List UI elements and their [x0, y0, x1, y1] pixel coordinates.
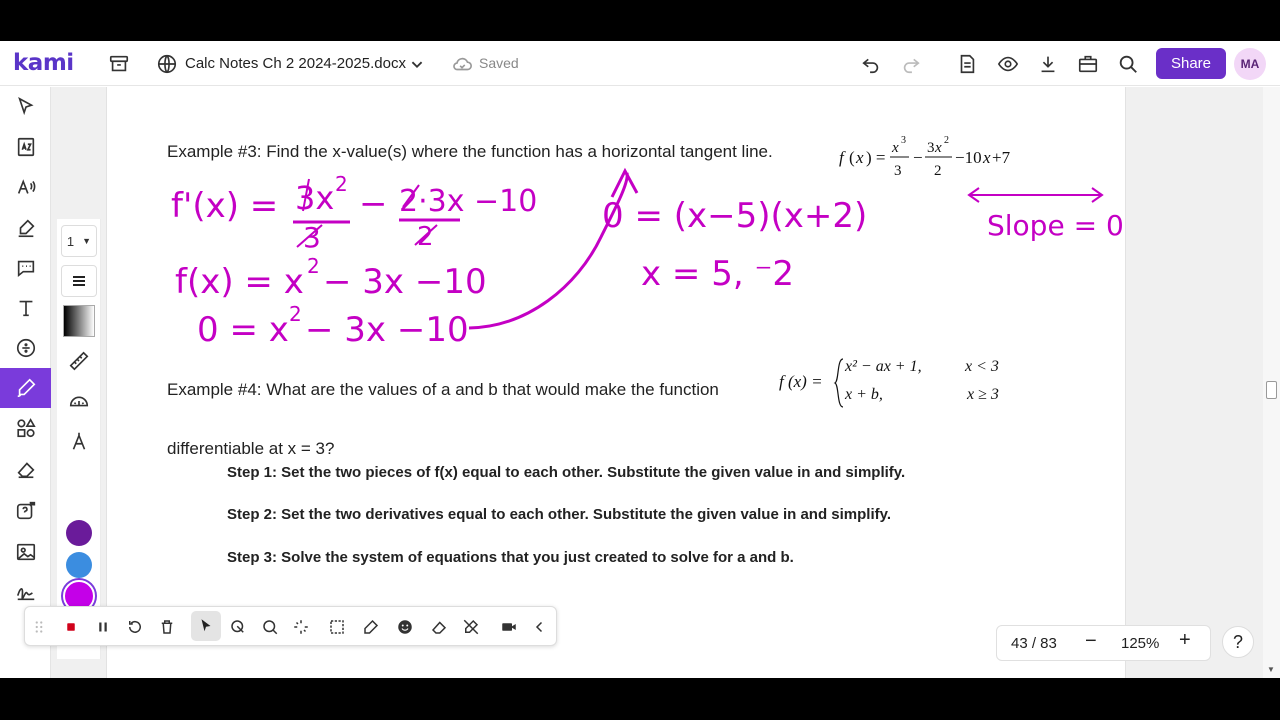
cloud-icon	[450, 52, 474, 76]
document-viewport: Example #3: Find the x-value(s) where th…	[51, 87, 1263, 678]
piece2: x + b,	[845, 386, 883, 403]
drawing-tool-icon[interactable]	[0, 368, 51, 408]
piecewise-formula: f (x) = x² − ax + 1, x < 3 x + b, x ≥ 3	[779, 355, 1019, 411]
gradient-swatch[interactable]	[61, 305, 97, 337]
area-select-icon[interactable]	[325, 615, 349, 639]
help-icon[interactable]: ?	[1222, 626, 1254, 658]
document-title[interactable]: Calc Notes Ch 2 2024-2025.docx	[185, 55, 406, 72]
select-tool-icon[interactable]	[0, 87, 51, 127]
svg-text:− 3x −10: − 3x −10	[323, 262, 487, 302]
kami-app: kami Calc Notes Ch 2 2024-2025.docx Save…	[0, 41, 1280, 678]
menu-icon[interactable]	[61, 265, 97, 297]
recording-toolbar	[24, 606, 557, 646]
saved-status: Saved	[479, 55, 519, 71]
step-3: Step 3: Solve the system of equations th…	[227, 549, 794, 566]
ink-line-4: 0 = (x−5)(x+2)	[602, 196, 867, 236]
camera-icon[interactable]	[497, 615, 521, 639]
example4-text: Example #4: What are the values of a and…	[167, 380, 719, 399]
zoom-out-icon[interactable]: −	[1085, 630, 1097, 653]
restart-icon[interactable]	[123, 615, 147, 639]
laser-pointer-icon[interactable]	[289, 615, 313, 639]
svg-text:2: 2	[289, 302, 302, 326]
document-page: Example #3: Find the x-value(s) where th…	[106, 87, 1126, 678]
chevron-down-icon[interactable]	[405, 52, 429, 76]
undo-icon[interactable]	[859, 52, 883, 76]
text-to-speech-icon[interactable]	[0, 167, 51, 207]
page-select[interactable]: 1 ▼	[61, 225, 97, 257]
piece2-condition: x ≥ 3	[967, 386, 999, 403]
dropdown-arrow-icon: ▼	[82, 236, 92, 246]
drag-handle-icon[interactable]	[27, 615, 51, 639]
stop-recording-icon[interactable]	[59, 615, 83, 639]
protractor-icon[interactable]	[61, 385, 97, 417]
cursor-icon[interactable]	[191, 611, 221, 641]
svg-text:−: −	[359, 184, 388, 224]
vertical-scrollbar[interactable]: ▼	[1263, 87, 1280, 678]
ink-line-5: x = 5, ⁻2	[641, 254, 794, 294]
page-counter[interactable]: 43 / 83	[1011, 635, 1057, 652]
drawing-palette: 1 ▼	[57, 219, 101, 659]
step-2: Step 2: Set the two derivatives equal to…	[227, 506, 892, 523]
ink-line-2: f(x) = x	[175, 262, 304, 302]
compass-icon[interactable]	[61, 425, 97, 457]
collapse-icon[interactable]	[528, 615, 552, 639]
piece1-condition: x < 3	[965, 358, 999, 375]
ruler-icon[interactable]	[61, 345, 97, 377]
highlighter-icon[interactable]	[0, 208, 51, 248]
page-navigation: 43 / 83 − 125% +	[996, 625, 1211, 661]
annotate-icon[interactable]	[359, 615, 383, 639]
image-icon[interactable]	[0, 532, 51, 572]
step-1: Step 1: Set the two pieces of f(x) equal…	[227, 464, 906, 481]
svg-text:2: 2	[307, 254, 320, 278]
scrollbar-thumb[interactable]	[1266, 381, 1277, 399]
zoom-cursor-icon[interactable]	[258, 615, 282, 639]
globe-icon[interactable]	[155, 52, 179, 76]
ink-line-1: f'(x) =	[171, 186, 278, 226]
document-icon[interactable]	[955, 52, 979, 76]
ink-slope: Slope = 0	[987, 209, 1124, 242]
piece1: x² − ax + 1,	[845, 358, 922, 375]
pause-icon[interactable]	[91, 615, 115, 639]
emoji-icon[interactable]	[393, 615, 417, 639]
handwritten-annotations: f'(x) = 3x 2 3 − 2·3x −10 2 f(x) = x 2 −…	[171, 167, 1124, 347]
svg-text:3x: 3x	[295, 179, 334, 217]
briefcase-icon[interactable]	[1076, 52, 1100, 76]
redo-icon[interactable]	[899, 52, 923, 76]
ink-line-3: 0 = x	[197, 310, 289, 347]
svg-text:3: 3	[303, 221, 321, 254]
archive-icon[interactable]	[107, 52, 131, 76]
fx-label: f (x) =	[779, 372, 823, 391]
svg-text:2: 2	[335, 172, 348, 196]
clear-drawings-icon[interactable]	[459, 615, 483, 639]
brace-icon	[833, 358, 844, 408]
eraser-small-icon[interactable]	[427, 615, 451, 639]
ai-question-icon[interactable]	[0, 491, 51, 531]
left-toolbar	[0, 87, 51, 678]
download-icon[interactable]	[1036, 52, 1060, 76]
text-tool-icon[interactable]	[0, 288, 51, 328]
zoom-level[interactable]: 125%	[1121, 635, 1159, 652]
trash-icon[interactable]	[155, 615, 179, 639]
svg-text:2·3x −10: 2·3x −10	[399, 184, 537, 219]
shapes-icon[interactable]	[0, 408, 51, 448]
zoom-in-icon[interactable]: +	[1179, 629, 1191, 652]
top-header: kami Calc Notes Ch 2 2024-2025.docx Save…	[0, 41, 1280, 86]
example4-continuation: differentiable at x = 3?	[167, 439, 335, 458]
comment-icon[interactable]	[0, 248, 51, 288]
click-spotlight-icon[interactable]	[226, 615, 250, 639]
kami-logo: kami	[13, 50, 74, 76]
color-blue-swatch[interactable]	[66, 552, 92, 578]
svg-text:− 3x −10: − 3x −10	[305, 310, 469, 347]
scroll-down-icon[interactable]: ▼	[1267, 665, 1275, 674]
share-button[interactable]: Share	[1156, 48, 1226, 79]
color-purple-swatch[interactable]	[66, 520, 92, 546]
search-icon[interactable]	[1116, 52, 1140, 76]
eye-icon[interactable]	[996, 52, 1020, 76]
ocr-text-icon[interactable]	[0, 127, 51, 167]
user-avatar[interactable]: MA	[1234, 48, 1266, 80]
eraser-icon[interactable]	[0, 449, 51, 489]
equation-icon[interactable]	[0, 328, 51, 368]
